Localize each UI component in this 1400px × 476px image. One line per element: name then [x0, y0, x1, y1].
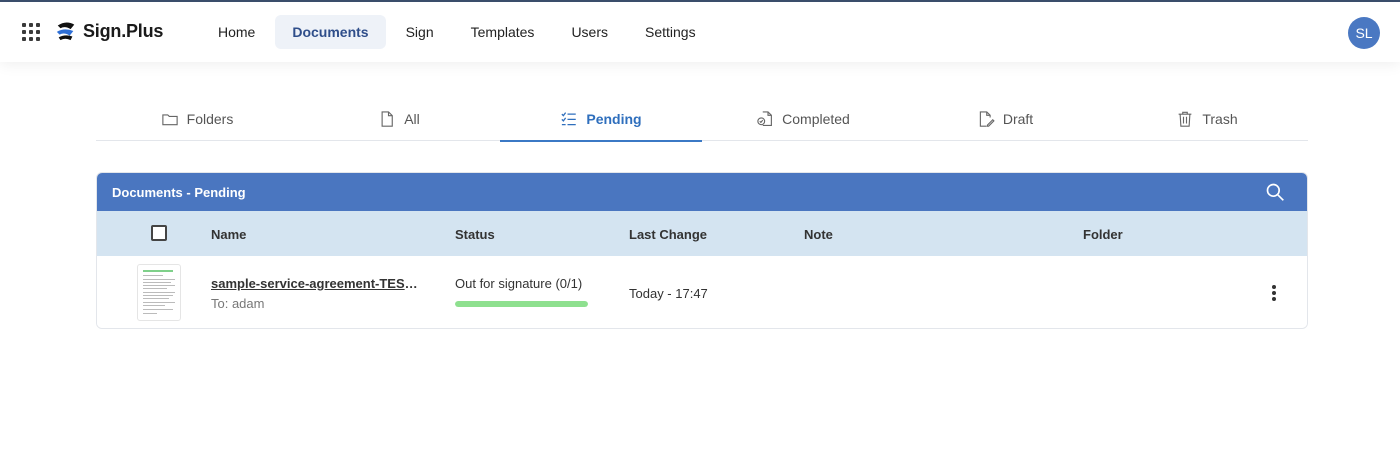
tab-label: Draft — [1002, 110, 1034, 127]
panel-title: Documents - Pending — [112, 184, 246, 200]
last-change-value: Today - 17:47 — [629, 286, 708, 301]
trash-icon — [1178, 111, 1192, 127]
tab-label: Folders — [186, 110, 234, 127]
draft-icon — [979, 110, 995, 127]
panel-header: Documents - Pending — [97, 173, 1307, 211]
document-thumbnail[interactable] — [137, 264, 181, 321]
tab-label: All — [404, 110, 420, 127]
user-avatar[interactable]: SL — [1348, 17, 1380, 49]
apps-grid-icon[interactable] — [22, 23, 40, 41]
column-last-change[interactable]: Last Change — [629, 227, 707, 242]
column-note[interactable]: Note — [804, 227, 833, 242]
completed-icon — [757, 110, 773, 126]
status-text: Out for signature (0/1) — [455, 276, 583, 291]
nav-item-users[interactable]: Users — [554, 15, 625, 49]
brand-logo[interactable]: Sign.Plus — [55, 20, 163, 42]
checklist-icon — [561, 111, 577, 125]
search-icon[interactable] — [1265, 182, 1285, 202]
tab-label: Completed — [782, 110, 850, 127]
tab-completed[interactable]: Completed — [702, 96, 904, 141]
signature-progress-fill — [455, 301, 588, 307]
nav-item-settings[interactable]: Settings — [628, 15, 713, 49]
logo-mark-icon — [56, 22, 75, 41]
document-recipient: To: adam — [211, 296, 265, 311]
table-header: Name Status Last Change Note Folder — [97, 211, 1307, 256]
brand-name: Sign.Plus — [83, 20, 164, 41]
column-name[interactable]: Name — [211, 227, 246, 242]
column-folder[interactable]: Folder — [1083, 227, 1123, 242]
documents-panel: Documents - Pending Name Status Last Cha… — [96, 172, 1308, 329]
row-more-options-icon[interactable] — [1269, 283, 1279, 303]
nav-item-documents[interactable]: Documents — [275, 15, 386, 49]
select-all-checkbox[interactable] — [151, 225, 167, 241]
document-tabs: Folders All Pending Completed Draft Tras… — [96, 96, 1308, 142]
table-row[interactable]: sample-service-agreement-TEST... To: ada… — [97, 256, 1307, 328]
app-header: Sign.Plus Home Documents Sign Templates … — [0, 2, 1400, 62]
nav-item-templates[interactable]: Templates — [454, 15, 552, 49]
tab-trash[interactable]: Trash — [1106, 96, 1308, 141]
nav-item-home[interactable]: Home — [201, 15, 272, 49]
tab-folders[interactable]: Folders — [96, 96, 298, 141]
main-nav: Home Documents Sign Templates Users Sett… — [201, 15, 716, 49]
document-icon — [381, 110, 394, 127]
nav-item-sign[interactable]: Sign — [389, 15, 451, 49]
column-status[interactable]: Status — [455, 227, 495, 242]
tab-label: Pending — [586, 110, 642, 127]
tab-pending[interactable]: Pending — [500, 96, 702, 142]
tab-draft[interactable]: Draft — [904, 96, 1106, 141]
folder-icon — [161, 113, 178, 125]
signature-progress-bar — [455, 301, 588, 307]
tab-label: Trash — [1202, 110, 1238, 127]
tab-all[interactable]: All — [298, 96, 500, 141]
document-name-link[interactable]: sample-service-agreement-TEST... — [211, 276, 421, 291]
